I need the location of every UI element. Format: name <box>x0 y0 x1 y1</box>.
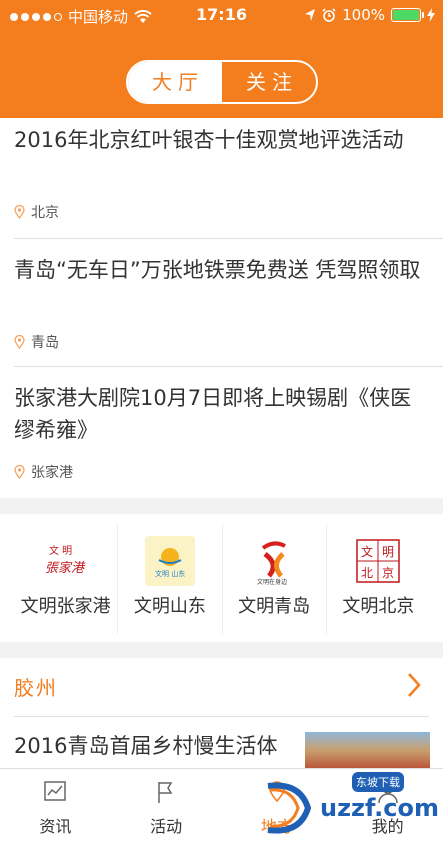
tab-follow[interactable]: 关注 <box>222 62 316 102</box>
news-location: 张家港 <box>14 462 73 482</box>
tab-hall[interactable]: 大厅 <box>128 62 222 102</box>
battery-icon <box>391 8 424 22</box>
svg-text:北: 北 <box>361 566 373 580</box>
divider <box>14 716 429 717</box>
tab-news[interactable]: 资讯 <box>0 769 111 841</box>
svg-text:文 明: 文 明 <box>49 544 72 557</box>
wenming-beijing-logo: 文 明 北 京 <box>353 536 403 586</box>
svg-text:文: 文 <box>361 544 373 559</box>
alarm-icon <box>322 8 336 22</box>
chevron-right-icon[interactable] <box>407 672 421 698</box>
news-title: 青岛“无车日”万张地铁票免费送 凭驾照领取 <box>14 258 421 282</box>
svg-text:張家港: 張家港 <box>45 560 86 576</box>
svg-text:文明在身边: 文明在身边 <box>257 578 287 586</box>
svg-text:京: 京 <box>382 566 394 580</box>
battery-percent: 100% <box>342 6 385 24</box>
location-pin-icon <box>14 465 25 479</box>
location-label: 北京 <box>31 205 59 221</box>
logo-label: 文明山东 <box>133 596 206 617</box>
tab-label: 资讯 <box>39 817 72 836</box>
location-arrow-icon <box>305 9 316 21</box>
location-pin-icon <box>14 205 25 219</box>
region-title[interactable]: 胶州 <box>14 672 58 701</box>
charging-icon <box>427 8 435 22</box>
logo-item-zhangjiagang[interactable]: 文 明 張家港 文明张家港 <box>14 524 119 634</box>
region-news-title[interactable]: 2016青岛首届乡村慢生活体 <box>14 730 294 762</box>
region-news-thumbnail[interactable] <box>305 732 430 772</box>
watermark: uzzf.com 东坡下载 <box>260 772 440 840</box>
news-title: 2016年北京红叶银杏十佳观赏地评选活动 <box>14 128 404 152</box>
logo-label: 文明北京 <box>342 596 415 617</box>
news-location: 青岛 <box>14 332 59 352</box>
partner-logos: 文 明 張家港 文明张家港 文明 山东 文明山东 文明在身边 文明青岛 文 明 … <box>14 524 430 634</box>
watermark-text: uzzf.com <box>320 794 439 822</box>
svg-text:明: 明 <box>382 545 394 559</box>
news-title: 张家港大剧院10月7日即将上映锡剧《侠医缪希雍》 <box>14 386 412 442</box>
wenming-zhangjiagang-logo: 文 明 張家港 <box>41 536 91 586</box>
status-bar: 中国移动 17:16 100% <box>0 0 443 30</box>
wenming-shandong-logo: 文明 山东 <box>144 536 195 586</box>
segment-control: 大厅 关注 <box>126 60 318 104</box>
watermark-tag: 东坡下载 <box>352 772 404 792</box>
wenming-qingdao-logo: 文明在身边 <box>249 536 299 586</box>
watermark-logo-icon <box>267 782 312 834</box>
logo-item-shandong[interactable]: 文明 山东 文明山东 <box>118 524 223 634</box>
location-label: 张家港 <box>31 465 73 481</box>
app-screen: 中国移动 17:16 100% 大厅 关注 2016年北京红叶银杏十佳观赏地评选… <box>0 0 443 841</box>
logo-item-beijing[interactable]: 文 明 北 京 文明北京 <box>327 524 430 634</box>
news-list: 2016年北京红叶银杏十佳观赏地评选活动 北京 青岛“无车日”万张地铁票免费送 … <box>0 118 443 498</box>
tab-activity[interactable]: 活动 <box>111 769 222 841</box>
location-pin-icon <box>14 335 25 349</box>
header: 中国移动 17:16 100% 大厅 关注 <box>0 0 443 118</box>
tab-label: 活动 <box>150 817 183 836</box>
logo-label: 文明张家港 <box>20 596 111 617</box>
flag-icon <box>158 782 173 803</box>
logo-item-qingdao[interactable]: 文明在身边 文明青岛 <box>223 524 327 634</box>
location-label: 青岛 <box>31 335 59 351</box>
svg-text:文明 山东: 文明 山东 <box>155 569 185 578</box>
news-chart-icon <box>44 781 67 801</box>
divider <box>14 238 443 239</box>
logo-label: 文明青岛 <box>238 596 311 617</box>
news-location: 北京 <box>14 202 59 222</box>
divider <box>14 366 443 367</box>
status-right: 100% <box>304 6 435 24</box>
